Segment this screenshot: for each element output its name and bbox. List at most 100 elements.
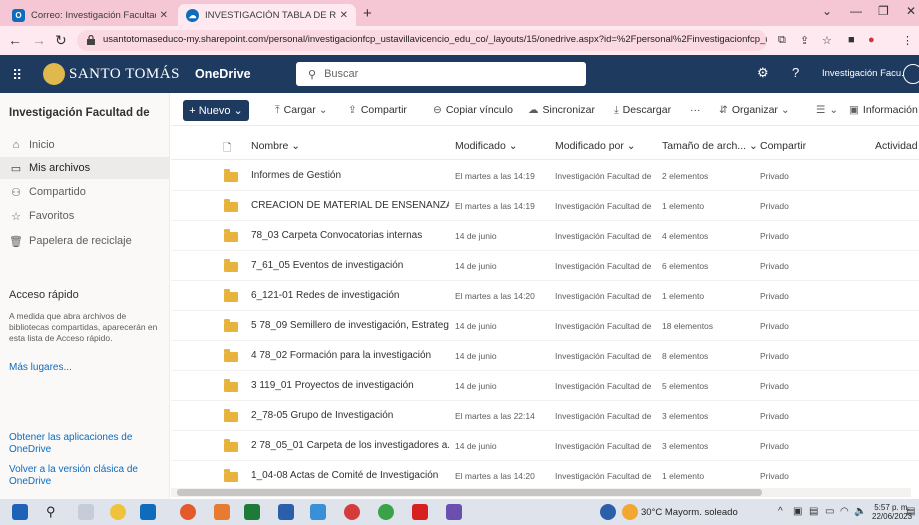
table-row[interactable]: 78_03 Carpeta Convocatorias internas 14 …: [171, 221, 919, 251]
settings-gear-icon[interactable]: ⚙: [757, 65, 769, 81]
chevron-up-icon[interactable]: ^: [778, 506, 783, 517]
get-apps-link[interactable]: Obtener las aplicaciones de OneDrive: [9, 432, 159, 456]
browser-tab-onedrive[interactable]: ☁ INVESTIGACIÓN TABLA DE RETEN ✕: [178, 4, 356, 26]
column-header-modified-by[interactable]: Modificado por ⌄: [555, 140, 636, 152]
file-name[interactable]: 3 119_01 Proyectos de investigación: [251, 380, 449, 391]
file-name[interactable]: Informes de Gestión: [251, 170, 449, 181]
app-launcher-icon[interactable]: ⠿: [12, 67, 22, 84]
column-header-activity[interactable]: Actividad: [875, 140, 918, 152]
column-header-size[interactable]: Tamaño de arch... ⌄: [662, 140, 758, 152]
minimize-icon[interactable]: —: [850, 4, 862, 18]
app-icon[interactable]: [446, 504, 462, 520]
install-app-icon[interactable]: ⧉: [778, 34, 786, 47]
file-name[interactable]: CREACION DE MATERIAL DE ENSEÑANZA: [251, 200, 449, 211]
table-row[interactable]: Informes de Gestión El martes a las 14:1…: [171, 161, 919, 191]
file-name[interactable]: 6_121-01 Redes de investigación: [251, 290, 449, 301]
close-window-icon[interactable]: ✕: [906, 4, 916, 18]
sidebar-item-mis-archivos[interactable]: ▭ Mis archivos: [0, 157, 170, 179]
sidebar-item-favoritos[interactable]: ☆ Favoritos: [0, 205, 170, 227]
column-header-modified[interactable]: Modificado ⌄: [455, 140, 518, 152]
profile-icon[interactable]: ●: [868, 34, 875, 46]
new-tab-button[interactable]: +: [363, 5, 372, 22]
tray-app-icon[interactable]: ▤: [809, 506, 818, 517]
table-row[interactable]: 6_121-01 Redes de investigación El marte…: [171, 281, 919, 311]
browser-menu-icon[interactable]: ⋮: [902, 34, 913, 47]
bookmark-star-icon[interactable]: ☆: [822, 34, 832, 47]
search-icon[interactable]: ⚲: [46, 504, 62, 520]
file-explorer-icon[interactable]: [310, 504, 326, 520]
app-icon[interactable]: [214, 504, 230, 520]
maximize-icon[interactable]: ❐: [878, 4, 889, 18]
table-row[interactable]: 2 78_05_01 Carpeta de los investigadores…: [171, 431, 919, 461]
wifi-icon[interactable]: ◠: [840, 506, 849, 517]
browser-tab-outlook[interactable]: O Correo: Investigación Facultad de ✕: [4, 4, 176, 26]
word-icon[interactable]: [278, 504, 294, 520]
organize-button[interactable]: ⇵ Organizar ⌄: [719, 104, 794, 116]
close-tab-icon[interactable]: ✕: [160, 10, 168, 21]
scrollbar-thumb[interactable]: [177, 489, 762, 496]
upload-button[interactable]: ⤒ Cargar ⌄: [275, 104, 332, 117]
file-name[interactable]: 4 78_02 Formación para la investigación: [251, 350, 449, 361]
user-name[interactable]: Investigación Facu...: [822, 68, 909, 79]
help-taskbar-icon[interactable]: [600, 504, 616, 520]
table-row[interactable]: CREACION DE MATERIAL DE ENSEÑANZA El mar…: [171, 191, 919, 221]
forward-icon[interactable]: →: [32, 32, 46, 48]
widgets-icon[interactable]: [110, 504, 126, 520]
info-button[interactable]: ▣ Información: [849, 104, 918, 116]
table-row[interactable]: 7_61_05 Eventos de investigación 14 de j…: [171, 251, 919, 281]
sidebar-toggle-icon[interactable]: ■: [848, 34, 855, 46]
weather-status[interactable]: 30°C Mayorm. soleado: [641, 507, 738, 518]
classic-view-link[interactable]: Volver a la versión clásica de OneDrive: [9, 464, 159, 488]
table-row[interactable]: 4 78_02 Formación para la investigación …: [171, 341, 919, 371]
file-type-icon[interactable]: 🗋: [223, 140, 231, 158]
column-header-sharing[interactable]: Compartir: [760, 140, 806, 152]
chrome-icon[interactable]: [378, 504, 394, 520]
table-row[interactable]: 3 119_01 Proyectos de investigación 14 d…: [171, 371, 919, 401]
more-actions-button[interactable]: ···: [690, 104, 701, 116]
outlook-taskbar-icon[interactable]: [140, 504, 156, 520]
acrobat-icon[interactable]: [412, 504, 428, 520]
windows-start-icon[interactable]: [12, 504, 28, 520]
share-page-icon[interactable]: ⇪: [800, 34, 809, 47]
table-row[interactable]: 5 78_09 Semillero de investigación, Estr…: [171, 311, 919, 341]
share-button[interactable]: ⇪ Compartir: [348, 104, 407, 116]
sync-button[interactable]: ☁ Sincronizar: [528, 104, 595, 116]
opera-icon[interactable]: [344, 504, 360, 520]
file-name[interactable]: 2 78_05_01 Carpeta de los investigadores…: [251, 440, 449, 451]
file-name[interactable]: 78_03 Carpeta Convocatorias internas: [251, 230, 449, 241]
task-view-icon[interactable]: [78, 504, 94, 520]
tray-app-icon[interactable]: ▣: [793, 506, 802, 517]
new-button[interactable]: + Nuevo ⌄: [183, 100, 249, 121]
table-row[interactable]: 1_04-08 Actas de Comité de Investigación…: [171, 461, 919, 491]
folder-icon: [224, 409, 238, 422]
help-icon[interactable]: ?: [792, 65, 799, 80]
university-logo[interactable]: SANTO TOMÁS: [43, 63, 180, 85]
battery-icon[interactable]: ▭: [825, 506, 834, 517]
firefox-icon[interactable]: [180, 504, 196, 520]
volume-icon[interactable]: 🔈: [854, 506, 866, 517]
horizontal-scrollbar[interactable]: [171, 488, 911, 497]
file-name[interactable]: 5 78_09 Semillero de investigación, Estr…: [251, 320, 449, 331]
excel-icon[interactable]: [244, 504, 260, 520]
close-tab-icon[interactable]: ✕: [340, 10, 348, 21]
back-icon[interactable]: ←: [8, 32, 22, 48]
copy-link-button[interactable]: ⊖ Copiar vínculo: [433, 104, 513, 116]
tab-search-icon[interactable]: ⌄: [822, 4, 832, 18]
download-button[interactable]: ⤓ Descargar: [614, 104, 671, 117]
avatar[interactable]: [903, 64, 919, 84]
table-row[interactable]: 2_78-05 Grupo de Investigación El martes…: [171, 401, 919, 431]
app-name[interactable]: OneDrive: [195, 67, 251, 81]
more-places-link[interactable]: Más lugares...: [9, 362, 159, 374]
sidebar-item-compartido[interactable]: ⚇ Compartido: [0, 181, 170, 203]
view-options-button[interactable]: ☰ ⌄: [816, 104, 842, 116]
file-name[interactable]: 1_04-08 Actas de Comité de Investigación: [251, 470, 449, 481]
url-field[interactable]: usantotomaseduco-my.sharepoint.com/perso…: [77, 30, 767, 51]
file-name[interactable]: 2_78-05 Grupo de Investigación: [251, 410, 449, 421]
search-input[interactable]: ⚲ Buscar: [296, 62, 586, 86]
sidebar-item-papelera[interactable]: 🗑 Papelera de reciclaje: [0, 230, 170, 252]
column-header-name[interactable]: Nombre ⌄: [251, 140, 300, 152]
notifications-icon[interactable]: ▤: [906, 506, 915, 517]
file-name[interactable]: 7_61_05 Eventos de investigación: [251, 260, 449, 271]
sidebar-item-inicio[interactable]: ⌂ Inicio: [0, 134, 170, 156]
reload-icon[interactable]: ↻: [55, 32, 67, 49]
